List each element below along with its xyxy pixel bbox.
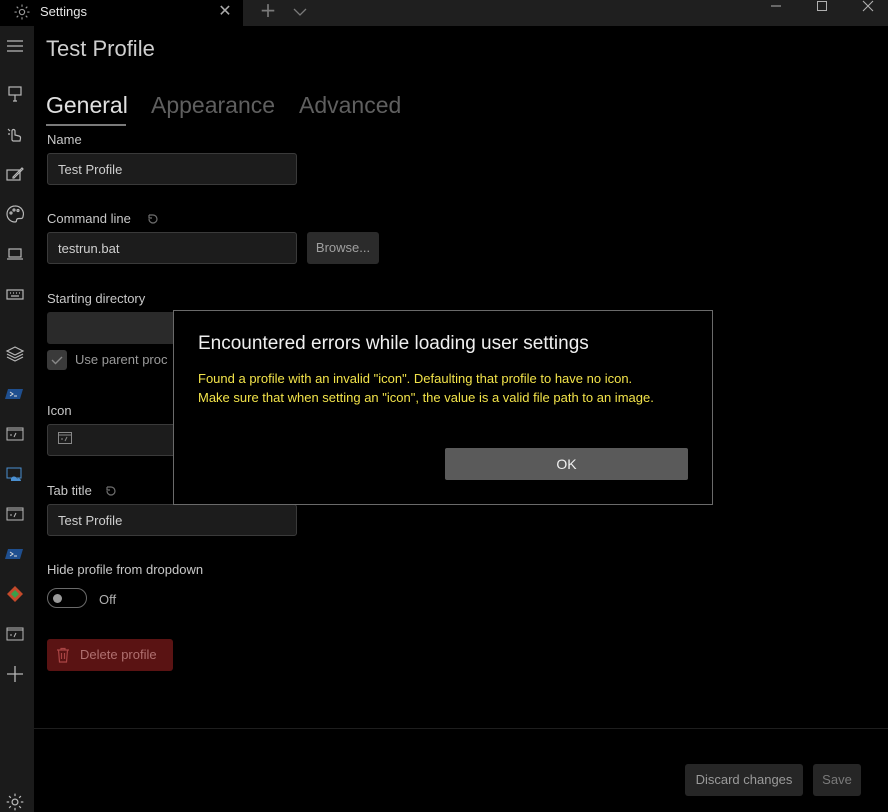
dialog-message-line-2: Make sure that when setting an "icon", t… [198, 390, 654, 405]
command-prompt-icon[interactable] [5, 624, 25, 644]
icon-label: Icon [47, 403, 72, 418]
tab-title-input[interactable]: Test Profile [47, 504, 297, 536]
ok-button[interactable]: OK [445, 448, 688, 480]
powershell-icon[interactable] [5, 384, 25, 404]
name-input[interactable]: Test Profile [47, 153, 297, 185]
close-window-button[interactable] [845, 0, 888, 22]
use-parent-label: Use parent proc [75, 352, 168, 367]
layers-icon[interactable] [5, 344, 25, 364]
dialog-message-line-1: Found a profile with an invalid "icon". … [198, 371, 633, 386]
add-profile-icon[interactable] [5, 664, 25, 684]
starting-directory-label: Starting directory [47, 291, 146, 306]
tab-title-label: Tab title [47, 483, 92, 498]
footer-divider [34, 728, 888, 729]
hamburger-menu-icon[interactable] [5, 36, 25, 56]
rendering-icon[interactable] [5, 164, 25, 184]
command-prompt-icon[interactable] [5, 424, 25, 444]
gear-icon [13, 3, 31, 21]
chevron-down-icon[interactable] [290, 2, 310, 22]
toggle-knob [53, 594, 62, 603]
close-tab-button[interactable]: ✕ [216, 1, 234, 21]
command-line-label: Command line [47, 211, 131, 226]
hide-profile-label: Hide profile from dropdown [47, 562, 204, 577]
minimize-button[interactable] [753, 0, 799, 22]
tab-general[interactable]: General [46, 92, 128, 119]
reset-icon[interactable] [104, 484, 118, 498]
interaction-icon[interactable] [5, 124, 25, 144]
maximize-button[interactable] [799, 0, 845, 22]
discard-changes-button[interactable]: Discard changes [685, 764, 803, 796]
tab-title: Settings [40, 4, 87, 19]
keyboard-icon[interactable] [5, 284, 25, 304]
sidebar [0, 26, 34, 812]
use-parent-checkbox[interactable] [47, 350, 67, 370]
error-dialog: Encountered errors while loading user se… [173, 310, 713, 505]
name-label: Name [47, 132, 82, 147]
hide-profile-toggle[interactable] [47, 588, 87, 608]
powershell-icon[interactable] [5, 544, 25, 564]
page-title: Test Profile [46, 36, 155, 61]
azure-cloud-shell-icon[interactable] [5, 464, 25, 484]
command-prompt-icon [58, 432, 72, 444]
command-line-input[interactable]: testrun.bat [47, 232, 297, 264]
tab-advanced[interactable]: Advanced [299, 92, 401, 119]
new-tab-button[interactable]: + [258, 0, 278, 22]
laptop-icon[interactable] [5, 244, 25, 264]
color-palette-icon[interactable] [5, 204, 25, 224]
delete-profile-button[interactable]: Delete profile [47, 639, 173, 671]
dialog-title: Encountered errors while loading user se… [198, 333, 589, 354]
reset-icon[interactable] [146, 212, 160, 226]
settings-tab[interactable]: Settings ✕ [0, 0, 243, 26]
trash-icon [56, 647, 70, 663]
git-bash-icon[interactable] [5, 584, 25, 604]
tab-appearance[interactable]: Appearance [151, 92, 275, 119]
browse-button[interactable]: Browse... [307, 232, 379, 264]
gear-icon[interactable] [5, 792, 25, 812]
command-prompt-icon[interactable] [5, 504, 25, 524]
save-button[interactable]: Save [813, 764, 861, 796]
startup-icon[interactable] [5, 84, 25, 104]
delete-profile-label: Delete profile [80, 647, 157, 662]
active-tab-indicator [46, 124, 126, 126]
title-bar: Settings ✕ + [0, 0, 888, 26]
toggle-state-label: Off [99, 592, 117, 607]
